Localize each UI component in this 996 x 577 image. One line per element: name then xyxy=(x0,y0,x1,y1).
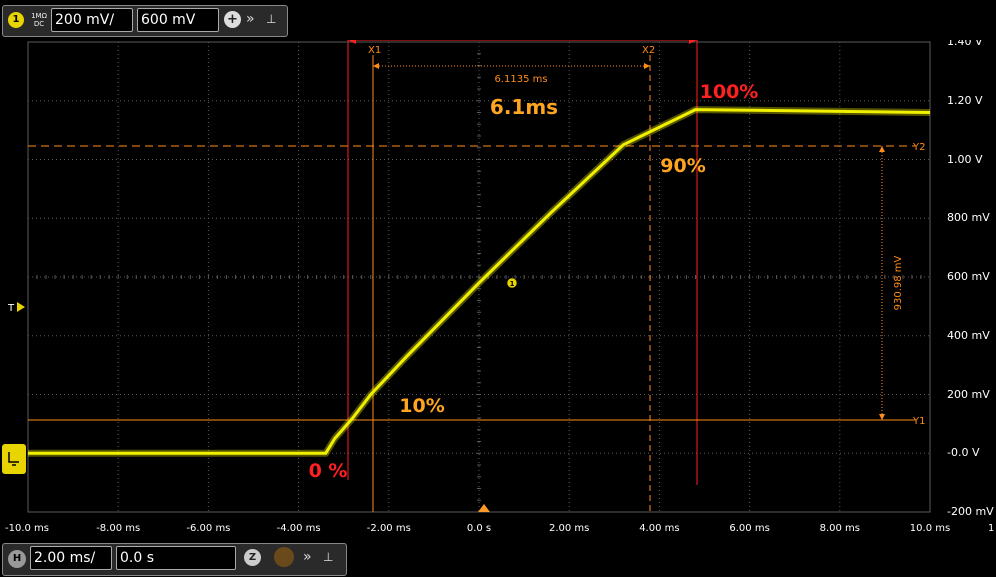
trigger-position-marker xyxy=(478,504,490,512)
p100-annotation: 100% xyxy=(700,81,759,103)
x-tick-label: 4.00 ms xyxy=(639,523,680,534)
horizontal-badge[interactable]: H xyxy=(8,550,26,568)
x-tick-label: 8.00 ms xyxy=(819,523,860,534)
channel-toolbar: 1 1MΩ DC 200 mV/ 600 mV + » ⊥ xyxy=(0,0,996,40)
y-tick-label: -200 mV xyxy=(947,505,994,518)
trace-marker-label: 1 xyxy=(510,280,515,288)
horizontal-delay-field[interactable]: 0.0 s xyxy=(116,546,236,570)
y-tick-label: 400 mV xyxy=(947,328,990,342)
x1-label: X1 xyxy=(368,45,381,56)
channel-offset-field[interactable]: 600 mV xyxy=(137,8,219,32)
channel-badge[interactable]: 1 xyxy=(8,12,24,28)
y-tick-label: 800 mV xyxy=(947,211,990,225)
trigger-arrow xyxy=(17,302,25,312)
ground-marker xyxy=(2,444,26,474)
p10-annotation: 10% xyxy=(399,395,444,417)
y-tick-label: -0.0 V xyxy=(947,446,980,460)
trace-line xyxy=(28,108,931,455)
dy-readout: 930.98 mV xyxy=(893,255,904,310)
dx-readout: 6.1135 ms xyxy=(494,74,547,85)
double-chevron-right-icon[interactable]: » xyxy=(246,10,255,28)
horizontal-toolbar: H 2.00 ms/ 0.0 s Z » ⊥ xyxy=(0,541,996,577)
x-tick-label: 6.00 ms xyxy=(729,523,770,534)
impedance-label: 1MΩ xyxy=(31,12,47,20)
rise-annotation: 6.1ms xyxy=(490,95,558,119)
x-edge-label: 1 xyxy=(988,523,995,534)
dx-arrow-right xyxy=(644,63,650,69)
x2-label: X2 xyxy=(642,45,655,56)
y-tick-label: 600 mV xyxy=(947,270,990,283)
coupling-label: 1MΩ DC xyxy=(28,12,50,28)
y-tick-label: 1.20 V xyxy=(947,93,983,107)
dy-arrow-bottom xyxy=(879,414,885,420)
y1-label: Y1 xyxy=(912,416,925,427)
p0-annotation: 0 % xyxy=(309,460,348,482)
waveform-display[interactable]: 1T X1X2Y2Y16.1135 ms930.98 mV8ms6.1ms100… xyxy=(0,0,996,577)
x-tick-label: -10.0 ms xyxy=(5,523,50,534)
cursor-labels: X1X2Y2Y16.1135 ms930.98 mV8ms6.1ms100%90… xyxy=(309,12,926,482)
run-control-icon[interactable] xyxy=(274,547,294,567)
timebase-scale-field[interactable]: 2.00 ms/ xyxy=(30,546,112,570)
channel-1-trace: 1T xyxy=(2,106,931,512)
x-tick-label: -6.00 ms xyxy=(186,523,231,534)
y2-label: Y2 xyxy=(912,142,925,153)
y-tick-label: 1.00 V xyxy=(947,152,983,166)
plus-circle-icon[interactable]: + xyxy=(224,11,241,28)
dy-arrow-top xyxy=(879,146,885,152)
pin-icon[interactable]: ⊥ xyxy=(266,10,276,28)
trigger-label: T xyxy=(7,303,15,314)
dx-arrow-left xyxy=(373,63,379,69)
x-tick-label: -8.00 ms xyxy=(96,523,141,534)
x-tick-label: -2.00 ms xyxy=(366,523,411,534)
coupling-mode-label: DC xyxy=(33,20,45,28)
channel-scale-field[interactable]: 200 mV/ xyxy=(51,8,133,32)
y-tick-label: 200 mV xyxy=(947,387,990,401)
x-tick-label: 10.0 ms xyxy=(909,523,951,534)
p90-annotation: 90% xyxy=(660,155,705,177)
x-tick-label: 0.0 s xyxy=(466,523,492,534)
zoom-icon[interactable]: Z xyxy=(244,549,261,566)
x-tick-label: 2.00 ms xyxy=(548,523,590,534)
pin-icon[interactable]: ⊥ xyxy=(323,548,333,566)
x-tick-label: -4.00 ms xyxy=(276,523,321,534)
double-chevron-right-icon[interactable]: » xyxy=(303,548,312,566)
